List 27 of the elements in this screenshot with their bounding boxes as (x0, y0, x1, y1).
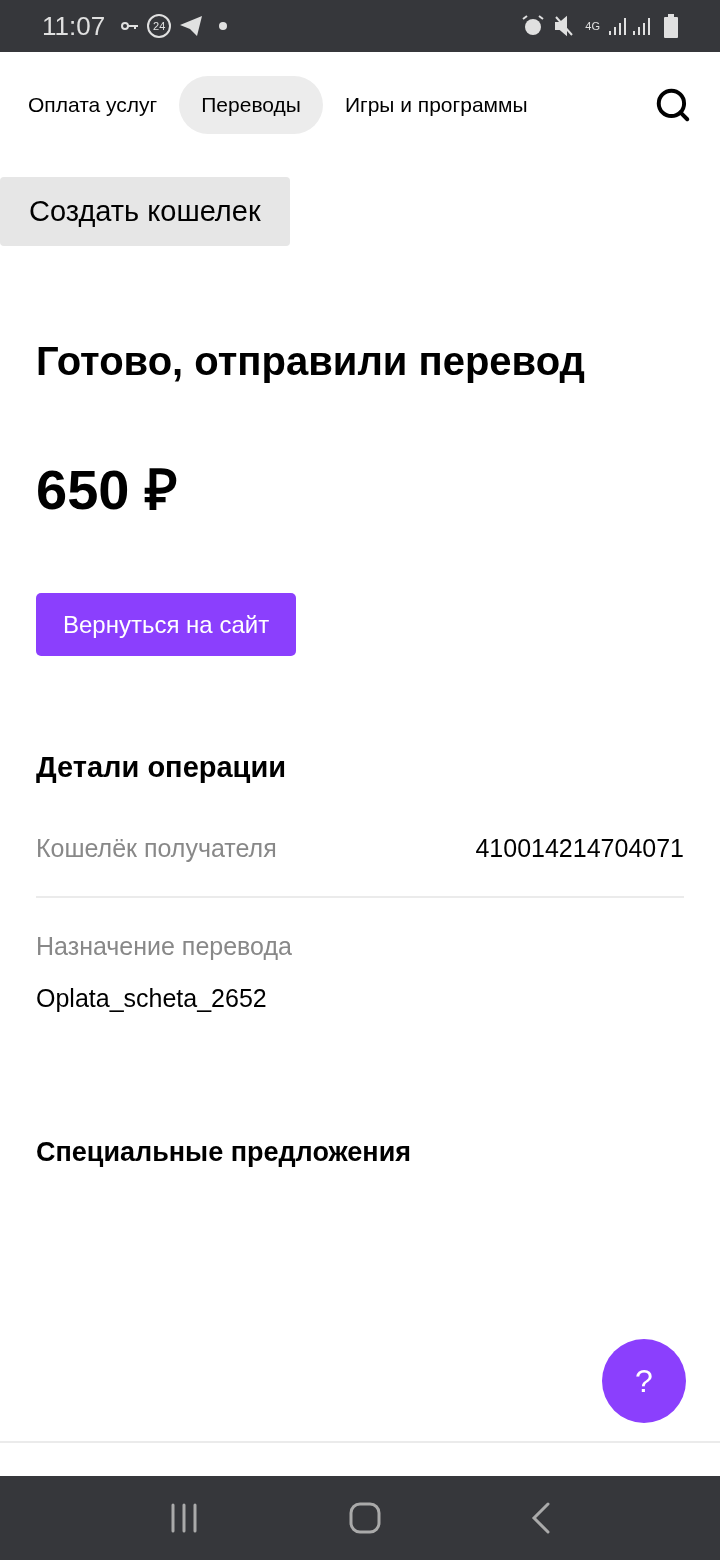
detail-value: Oplata_scheta_2652 (36, 982, 268, 1014)
back-icon[interactable] (531, 1502, 551, 1534)
detail-label: Кошелёк получателя (36, 832, 277, 864)
create-wallet-button[interactable]: Создать кошелек (0, 177, 290, 246)
home-icon[interactable] (349, 1502, 381, 1534)
section-title: Детали операции (36, 750, 288, 785)
tab[interactable]: Оплата услуг (6, 76, 180, 134)
detail-label: Назначение перевода (36, 931, 293, 962)
amount: 650 ₽ (36, 462, 179, 518)
detail-value: 410014214704071 (475, 832, 684, 864)
section-title: Специальные предложения (36, 1136, 413, 1169)
help-button[interactable]: ? (602, 1339, 686, 1423)
clock: 11:07 (42, 9, 106, 43)
tab[interactable]: Переводы (179, 76, 323, 134)
battery-icon (664, 14, 678, 38)
search-icon[interactable] (654, 86, 692, 124)
paper-plane-icon (179, 15, 204, 37)
page-title: Готово, отправили перевод (36, 338, 586, 385)
notification-badge: 24 (147, 14, 172, 38)
return-to-site-button[interactable]: Вернуться на сайт (36, 593, 297, 656)
signal-icon (608, 15, 628, 37)
recent-apps-icon[interactable] (169, 1503, 199, 1533)
tab[interactable]: Игры и программы (322, 76, 550, 134)
network-type: 4G (585, 20, 600, 32)
signal-icon (632, 15, 652, 37)
key-icon (121, 21, 140, 31)
alarm-icon (521, 14, 546, 38)
